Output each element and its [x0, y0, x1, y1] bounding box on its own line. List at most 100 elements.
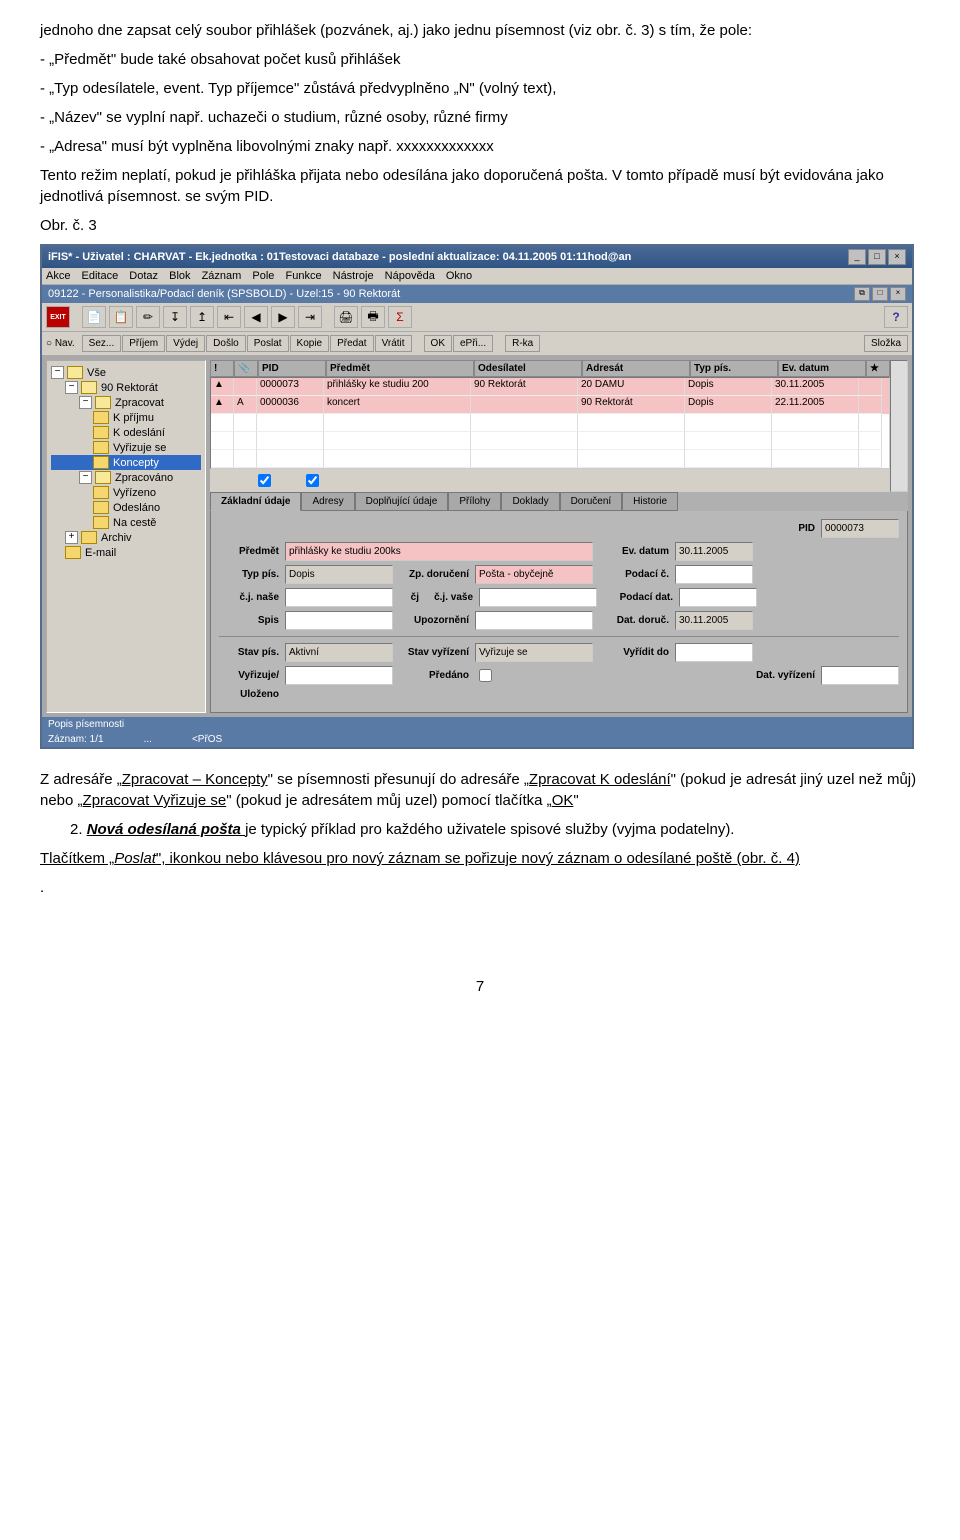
col-typpis[interactable]: Typ pís.	[690, 360, 778, 377]
toolbar-filter-icon[interactable]: Σ	[388, 306, 412, 328]
maximize-button[interactable]: □	[868, 249, 886, 265]
tab-adresy[interactable]: Adresy	[301, 492, 354, 511]
toolbar-next-icon[interactable]: ▶	[271, 306, 295, 328]
tree-zpracovano[interactable]: −Zpracováno	[51, 470, 201, 485]
table-row[interactable]: ▲ 0000073 přihlášky ke studiu 200 90 Rek…	[211, 378, 889, 396]
col-pid[interactable]: PID	[258, 360, 326, 377]
table-row[interactable]	[211, 414, 889, 432]
col-adresat[interactable]: Adresát	[582, 360, 690, 377]
tree-kodeslani[interactable]: K odeslání	[51, 425, 201, 440]
doc-paragraph-1: jednoho dne zapsat celý soubor přihlášek…	[40, 20, 920, 41]
tree-kprijmu[interactable]: K příjmu	[51, 410, 201, 425]
field-stavvyr[interactable]	[475, 643, 593, 662]
field-podacidat[interactable]	[679, 588, 757, 607]
table-row[interactable]	[211, 432, 889, 450]
tree-odeslano[interactable]: Odesláno	[51, 500, 201, 515]
field-vyriditdo[interactable]	[675, 643, 753, 662]
toolbar-prev-icon[interactable]: ◀	[244, 306, 268, 328]
field-vyrizuje[interactable]	[285, 666, 393, 685]
nav-radio[interactable]: ○ Nav.	[46, 338, 75, 349]
menu-zaznam[interactable]: Záznam	[202, 270, 242, 282]
tab-historie[interactable]: Historie	[622, 492, 678, 511]
tab-zakladni[interactable]: Základní údaje	[210, 492, 301, 511]
menu-akce[interactable]: Akce	[46, 270, 70, 282]
field-predmet[interactable]	[285, 542, 593, 561]
field-upozorneni[interactable]	[475, 611, 593, 630]
action-sez[interactable]: Sez...	[82, 335, 122, 352]
col-odesilatel[interactable]: Odesílatel	[474, 360, 582, 377]
action-predat[interactable]: Předat	[330, 335, 373, 352]
toolbar-sort-desc-icon[interactable]: ↥	[190, 306, 214, 328]
col-evdatum[interactable]: Ev. datum	[778, 360, 866, 377]
col-clip[interactable]: 📎	[234, 360, 258, 377]
tree-zpracovat[interactable]: −Zpracovat	[51, 395, 201, 410]
field-podacic[interactable]	[675, 565, 753, 584]
tab-doklady[interactable]: Doklady	[501, 492, 559, 511]
tree-rektorat[interactable]: −90 Rektorát	[51, 380, 201, 395]
toolbar-icon-1[interactable]: 📄	[82, 306, 106, 328]
toolbar-printers-icon[interactable]: 🖶	[361, 306, 385, 328]
action-epri[interactable]: ePři...	[453, 335, 493, 352]
field-zpdor[interactable]	[475, 565, 593, 584]
table-row[interactable]: ▲ A 0000036 koncert 90 Rektorát Dopis 22…	[211, 396, 889, 414]
filter-checkbox-1[interactable]	[258, 474, 271, 487]
action-doslo[interactable]: Došlo	[206, 335, 246, 352]
action-prijem[interactable]: Příjem	[122, 335, 165, 352]
tree-vyrizujese[interactable]: Vyřizuje se	[51, 440, 201, 455]
tree-vyrizeno[interactable]: Vyřízeno	[51, 485, 201, 500]
toolbar-sort-asc-icon[interactable]: ↧	[163, 306, 187, 328]
exit-button[interactable]: EXIT	[46, 306, 70, 328]
menu-nastroje[interactable]: Nástroje	[333, 270, 374, 282]
vertical-scrollbar[interactable]	[890, 360, 908, 492]
menu-dotaz[interactable]: Dotaz	[129, 270, 158, 282]
child-maximize-button[interactable]: □	[872, 287, 888, 301]
field-evdatum[interactable]	[675, 542, 753, 561]
action-slozka[interactable]: Složka	[864, 335, 908, 352]
action-vratit[interactable]: Vrátit	[375, 335, 412, 352]
tab-doruceni[interactable]: Doručení	[560, 492, 623, 511]
menu-blok[interactable]: Blok	[169, 270, 190, 282]
action-vydej[interactable]: Výdej	[166, 335, 205, 352]
action-poslat[interactable]: Poslat	[247, 335, 289, 352]
minimize-button[interactable]: _	[848, 249, 866, 265]
action-ok[interactable]: OK	[424, 335, 452, 352]
filter-checkbox-2[interactable]	[306, 474, 319, 487]
menu-okno[interactable]: Okno	[446, 270, 472, 282]
tab-doplnujici[interactable]: Doplňující údaje	[355, 492, 449, 511]
col-predmet[interactable]: Předmět	[326, 360, 474, 377]
tree-vse[interactable]: −Vše	[51, 365, 201, 380]
field-cjvase[interactable]	[479, 588, 597, 607]
menu-pole[interactable]: Pole	[252, 270, 274, 282]
toolbar-icon-2[interactable]: 📋	[109, 306, 133, 328]
checkbox-predano[interactable]	[479, 669, 492, 682]
action-kopie[interactable]: Kopie	[290, 335, 330, 352]
field-pid[interactable]	[821, 519, 899, 538]
child-restore-button[interactable]: ⧉	[854, 287, 870, 301]
tab-prilohy[interactable]: Přílohy	[448, 492, 501, 511]
field-datdoruc[interactable]	[675, 611, 753, 630]
field-typpis[interactable]	[285, 565, 393, 584]
tree-email[interactable]: E-mail	[51, 545, 201, 560]
menu-editace[interactable]: Editace	[82, 270, 119, 282]
toolbar-first-icon[interactable]: ⇤	[217, 306, 241, 328]
field-spis[interactable]	[285, 611, 393, 630]
toolbar-print-icon[interactable]: 🖨	[334, 306, 358, 328]
close-button[interactable]: ×	[888, 249, 906, 265]
field-stavpis[interactable]	[285, 643, 393, 662]
help-icon[interactable]: ?	[884, 306, 908, 328]
action-rka[interactable]: R-ka	[505, 335, 540, 352]
table-row[interactable]	[211, 450, 889, 468]
doc-paragraph-6: Tento režim neplatí, pokud je přihláška …	[40, 165, 920, 207]
col-star[interactable]: ★	[866, 360, 890, 377]
col-warn[interactable]: !	[210, 360, 234, 377]
child-close-button[interactable]: ×	[890, 287, 906, 301]
tree-koncepty[interactable]: Koncepty	[51, 455, 201, 470]
menu-funkce[interactable]: Funkce	[285, 270, 321, 282]
tree-naceste[interactable]: Na cestě	[51, 515, 201, 530]
toolbar-last-icon[interactable]: ⇥	[298, 306, 322, 328]
field-cjnase[interactable]	[285, 588, 393, 607]
menu-napoveda[interactable]: Nápověda	[385, 270, 435, 282]
field-datvyr[interactable]	[821, 666, 899, 685]
toolbar-icon-3[interactable]: ✏	[136, 306, 160, 328]
tree-archiv[interactable]: +Archiv	[51, 530, 201, 545]
